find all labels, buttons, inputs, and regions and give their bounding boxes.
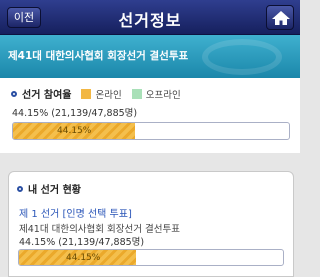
nav-bar: 이전 선거정보 [0,0,300,35]
progress-label: 44.15% [57,126,92,136]
page-title: 선거정보 [118,11,182,30]
participation-stat: 44.15% (21,139/47,885명) [12,108,138,119]
election-progress-bar: 44.15% [18,249,284,266]
participation-total: 47,885명 [91,108,134,119]
participation-progress-bar: 44.15% [12,122,290,140]
my-status-card: 내 선거 현황 제 1 선거 [인명 선택 투표] 제41대 대한의사협회 회장… [8,171,294,277]
election-stat: 44.15% (21,139/47,885명) [19,237,145,248]
online-swatch [81,88,92,99]
banner-decoration [202,39,282,75]
participation-count: 21,139 [54,108,89,119]
banner-title: 제41대 대한의사협회 회장선거 결선투표 [8,50,189,62]
section-divider [0,153,300,165]
my-status-heading: 내 선거 현황 [28,185,81,196]
home-icon [272,11,290,25]
participation-heading: 선거 참여율 [22,90,72,101]
bullet-icon [11,90,17,97]
offline-swatch [131,88,142,99]
participation-section: 선거 참여율 온라인 오프라인 44.15% (21,139/47,885명) … [0,78,300,153]
online-label: 온라인 [95,89,122,101]
bullet-icon [17,185,23,192]
my-status-heading-row: 내 선거 현황 [17,181,81,196]
election-description: 제41대 대한의사협회 회장선거 결선투표 [19,224,180,235]
participation-rate: 44.15% [12,108,49,119]
election-progress-label: 44.15% [66,253,101,263]
participation-legend: 선거 참여율 온라인 오프라인 [11,86,181,101]
home-button[interactable] [266,5,294,30]
offline-label: 오프라인 [145,89,181,101]
election-count: 21,139 [61,237,96,248]
election-total: 47,885명 [98,237,141,248]
election-banner: 제41대 대한의사협회 회장선거 결선투표 [0,35,300,78]
election-rate: 44.15% [19,237,56,248]
election-link[interactable]: 제 1 선거 [인명 선택 투표] [19,205,132,220]
